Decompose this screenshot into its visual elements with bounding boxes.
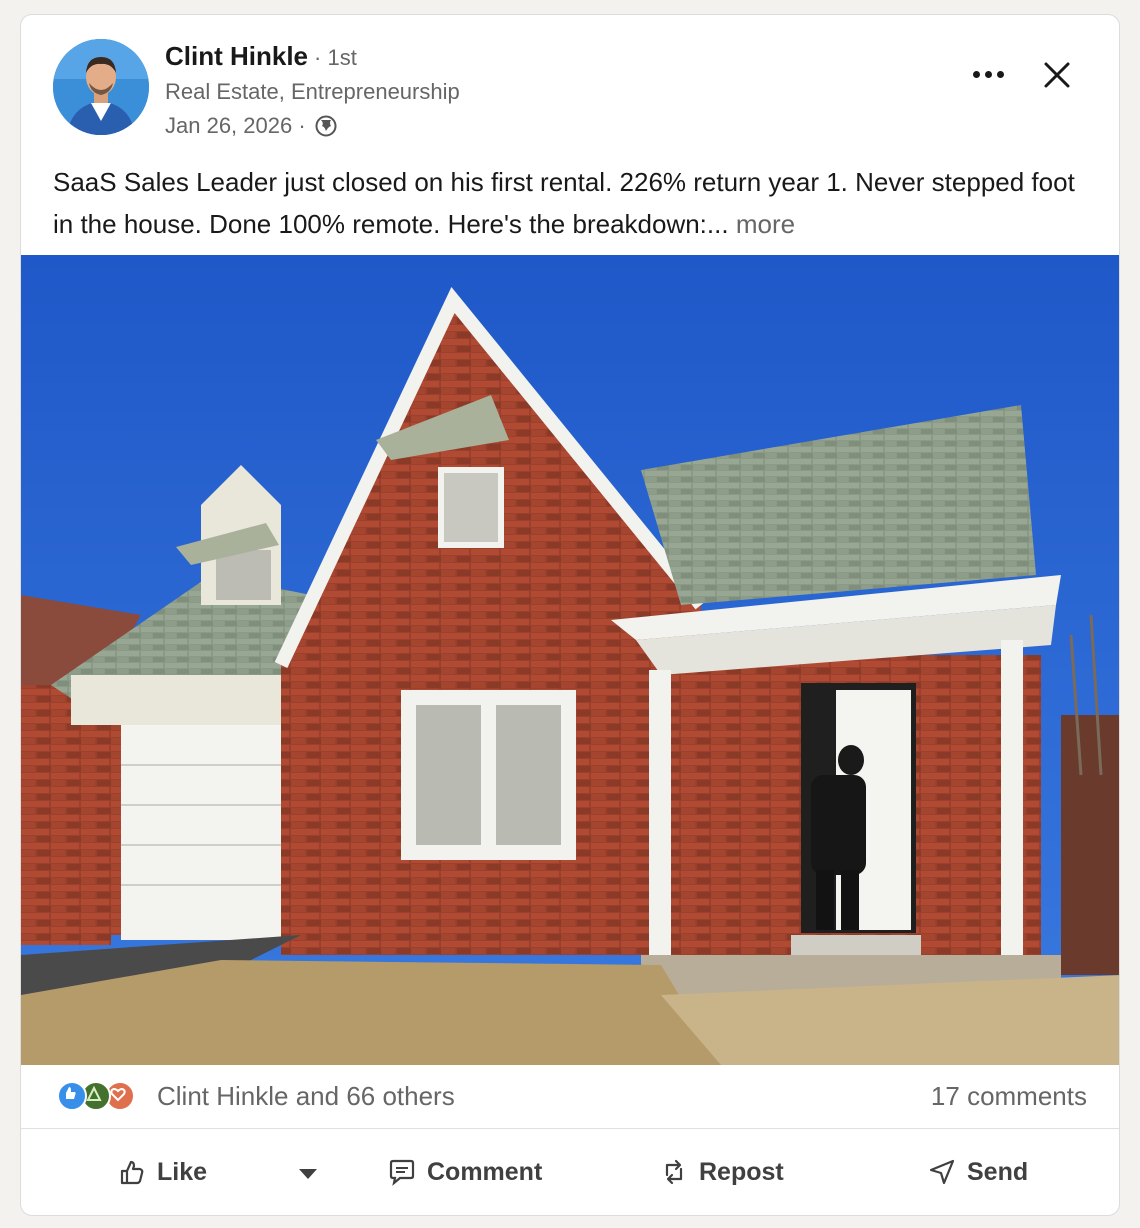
feed-post-card: Clint Hinkle · 1st Real Estate, Entrepre… [20, 14, 1120, 1216]
post-actions-bar: Like Comment Repost Send [21, 1129, 1119, 1215]
post-text: SaaS Sales Leader just closed on his fir… [53, 167, 1075, 239]
post-header: Clint Hinkle · 1st Real Estate, Entrepre… [21, 15, 1119, 145]
comments-count[interactable]: 17 comments [931, 1081, 1087, 1112]
post-date: Jan 26, 2026 · [165, 113, 306, 138]
close-icon [1044, 62, 1070, 88]
reaction-picker-button[interactable] [293, 1161, 323, 1185]
caret-down-icon [299, 1169, 317, 1179]
menu-dot [984, 70, 992, 78]
more-horizontal-icon [972, 70, 980, 78]
comment-button[interactable]: Comment [387, 1147, 542, 1197]
repost-icon [665, 1159, 683, 1185]
like-button[interactable]: Like [117, 1147, 207, 1197]
author-name[interactable]: Clint Hinkle [165, 41, 308, 72]
social-counts: Clint Hinkle and 66 others 17 comments [21, 1065, 1119, 1129]
author-line: Clint Hinkle · 1st [165, 41, 357, 72]
post-commentary: SaaS Sales Leader just closed on his fir… [53, 161, 1093, 245]
menu-dot [996, 70, 1004, 78]
more-options-button[interactable] [965, 59, 1011, 89]
author-headline: Real Estate, Entrepreneurship [165, 79, 460, 104]
author-avatar[interactable] [53, 39, 149, 135]
avatar-portrait [53, 39, 149, 135]
dismiss-post-button[interactable] [1037, 55, 1077, 95]
reactions-summary[interactable]: Clint Hinkle and 66 others [157, 1081, 455, 1112]
like-reaction-icon [57, 1081, 87, 1111]
connection-degree: · 1st [314, 45, 357, 70]
send-icon [929, 1159, 955, 1185]
thumbs-up-icon [120, 1160, 144, 1185]
like-label: Like [157, 1157, 208, 1186]
see-more-link[interactable]: more [736, 209, 795, 239]
reaction-icons[interactable] [57, 1081, 135, 1111]
post-meta: Jan 26, 2026 · [165, 113, 338, 139]
comment-label: Comment [427, 1157, 543, 1186]
repost-button[interactable]: Repost [659, 1147, 784, 1197]
comment-icon [389, 1159, 415, 1186]
repost-label: Repost [699, 1157, 784, 1186]
post-image[interactable] [21, 255, 1120, 1065]
globe-icon [314, 114, 338, 138]
send-label: Send [967, 1157, 1029, 1186]
send-button[interactable]: Send [927, 1147, 1028, 1197]
